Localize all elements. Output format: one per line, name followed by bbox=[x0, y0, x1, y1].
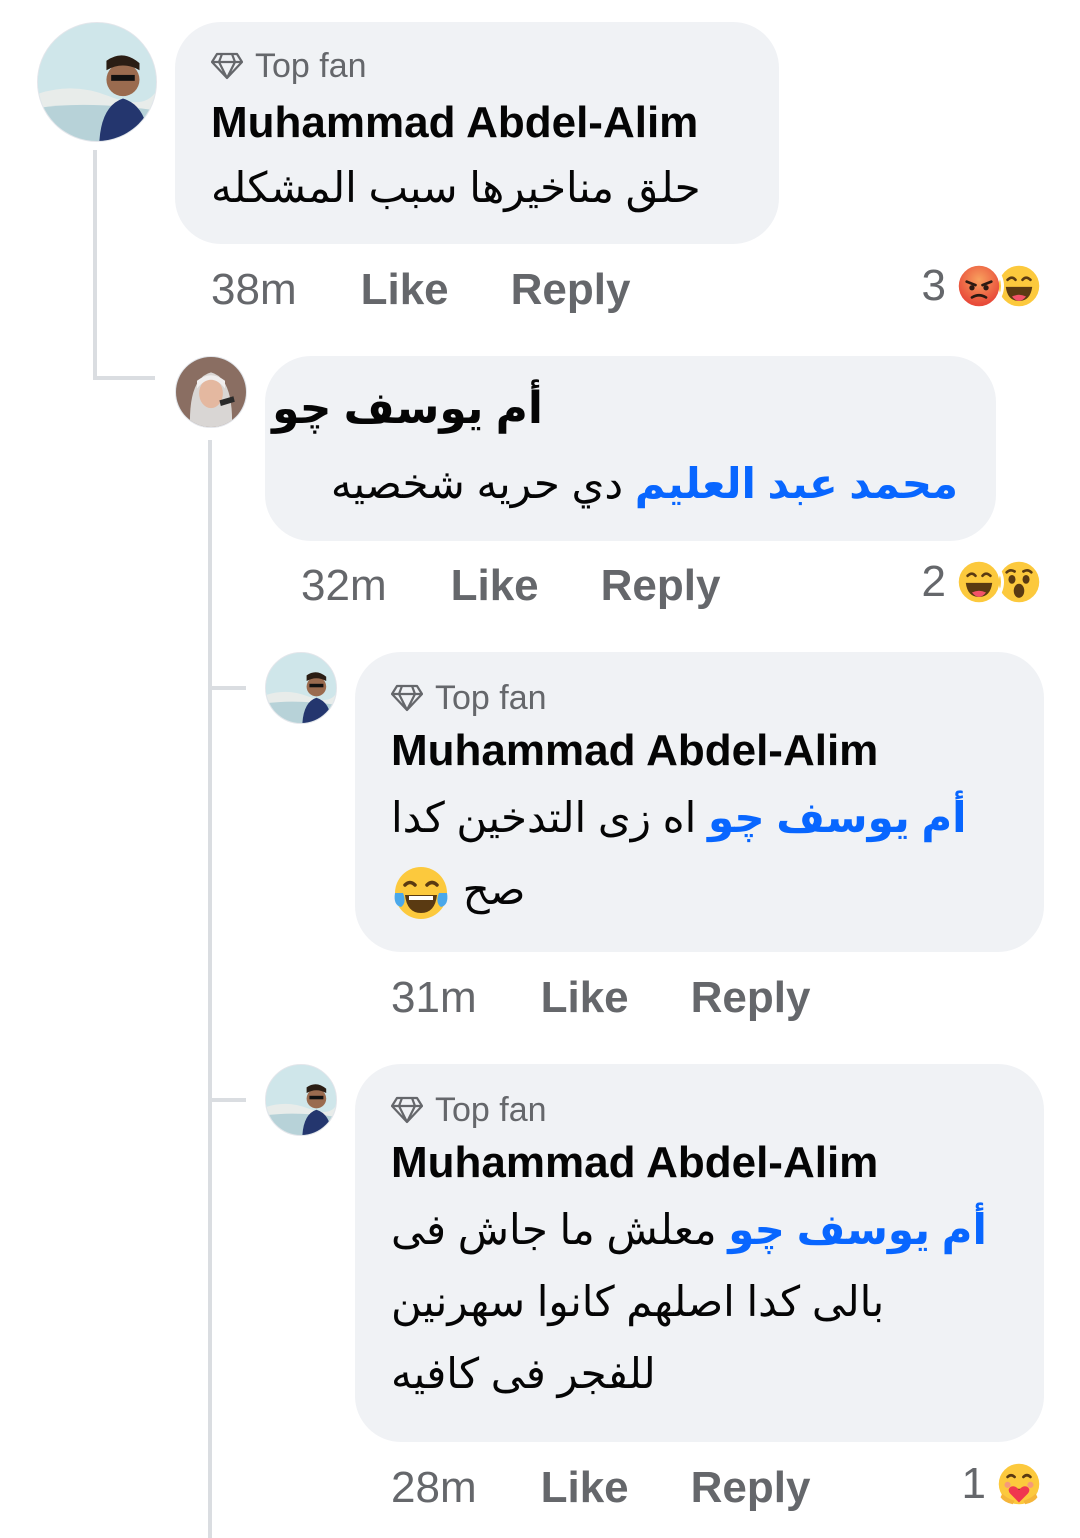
comment-author[interactable]: أم يوسف چو bbox=[272, 382, 543, 436]
comment-text-line: للفجر فى كافيه bbox=[391, 1350, 656, 1397]
laughing-icon bbox=[954, 557, 1004, 607]
tears-of-joy-icon bbox=[391, 863, 451, 923]
like-button[interactable]: Like bbox=[451, 561, 539, 611]
comment-actions: 32m Like Reply bbox=[301, 556, 720, 616]
thread-connector bbox=[208, 1098, 246, 1102]
comment-bubble: أم يوسف چو محمد عبد العليم دي حريه شخصيه bbox=[265, 356, 996, 541]
comment-text-body: صح bbox=[462, 866, 526, 913]
comment-text-body: اه زى التدخين كدا bbox=[391, 794, 697, 841]
reaction-summary[interactable]: 2 bbox=[922, 552, 1044, 612]
thread-connector bbox=[208, 686, 246, 690]
comment-author[interactable]: Muhammad Abdel-Alim bbox=[391, 724, 1008, 778]
diamond-icon bbox=[211, 52, 243, 80]
reaction-summary[interactable]: 1 bbox=[962, 1454, 1044, 1514]
top-fan-badge: Top fan bbox=[391, 678, 1008, 718]
comment-time[interactable]: 32m bbox=[301, 561, 387, 611]
badge-label: Top fan bbox=[255, 47, 367, 85]
like-button[interactable]: Like bbox=[541, 1463, 629, 1513]
avatar[interactable] bbox=[265, 652, 337, 724]
mention-link[interactable]: محمد عبد العليم bbox=[635, 460, 958, 507]
reaction-count: 2 bbox=[921, 557, 946, 606]
comment-bubble: Top fan Muhammad Abdel-Alim أم يوسف چو ا… bbox=[355, 652, 1044, 952]
comment-time[interactable]: 31m bbox=[391, 973, 477, 1023]
badge-label: Top fan bbox=[435, 1091, 547, 1129]
top-fan-badge: Top fan bbox=[211, 46, 743, 86]
thread-line bbox=[93, 150, 97, 380]
avatar[interactable] bbox=[37, 22, 157, 142]
comment-text: حلق مناخيرها سبب المشكله bbox=[211, 164, 701, 211]
comment-text: محمد عبد العليم دي حريه شخصيه bbox=[303, 448, 958, 520]
reaction-count: 3 bbox=[921, 261, 946, 310]
reply-button[interactable]: Reply bbox=[691, 973, 811, 1023]
top-fan-badge: Top fan bbox=[391, 1090, 1008, 1130]
comment-time[interactable]: 28m bbox=[391, 1463, 477, 1513]
comment-text-body: دي حريه شخصيه bbox=[330, 460, 624, 507]
comment-time[interactable]: 38m bbox=[211, 265, 297, 315]
comment-actions: 31m Like Reply bbox=[391, 968, 810, 1028]
reaction-summary[interactable]: 3 bbox=[922, 256, 1044, 316]
diamond-icon bbox=[391, 684, 423, 712]
diamond-icon bbox=[391, 1096, 423, 1124]
badge-label: Top fan bbox=[435, 679, 547, 717]
comment-actions: 38m Like Reply bbox=[211, 260, 630, 320]
reaction-count: 1 bbox=[961, 1459, 986, 1508]
avatar[interactable] bbox=[175, 356, 247, 428]
mention-link[interactable]: أم يوسف چو bbox=[708, 794, 967, 841]
avatar[interactable] bbox=[265, 1064, 337, 1136]
thread-connector bbox=[93, 376, 155, 380]
mention-link[interactable]: أم يوسف چو bbox=[728, 1206, 987, 1253]
comment-actions: 28m Like Reply bbox=[391, 1458, 810, 1518]
like-button[interactable]: Like bbox=[541, 973, 629, 1023]
comment-text-line: صح bbox=[391, 854, 1001, 926]
reply-button[interactable]: Reply bbox=[691, 1463, 811, 1513]
thread-line bbox=[208, 440, 212, 1538]
care-icon bbox=[994, 1459, 1044, 1509]
comment-bubble: Top fan Muhammad Abdel-Alim حلق مناخيرها… bbox=[175, 22, 779, 244]
comment-author[interactable]: Muhammad Abdel-Alim bbox=[391, 1136, 1008, 1190]
reply-button[interactable]: Reply bbox=[511, 265, 631, 315]
comment-text-line: بالى كدا اصلهم كانوا سهرنين bbox=[391, 1278, 885, 1325]
comment-text: أم يوسف چو اه زى التدخين كدا bbox=[391, 782, 1001, 854]
comment-text-body: معلش ما جاش فى bbox=[391, 1206, 717, 1253]
reply-button[interactable]: Reply bbox=[601, 561, 721, 611]
comment-bubble: Top fan Muhammad Abdel-Alim أم يوسف چو م… bbox=[355, 1064, 1044, 1442]
angry-icon bbox=[954, 261, 1004, 311]
comment-text: أم يوسف چو معلش ما جاش فى bbox=[391, 1194, 1008, 1266]
like-button[interactable]: Like bbox=[361, 265, 449, 315]
comment-author[interactable]: Muhammad Abdel-Alim bbox=[211, 96, 743, 150]
